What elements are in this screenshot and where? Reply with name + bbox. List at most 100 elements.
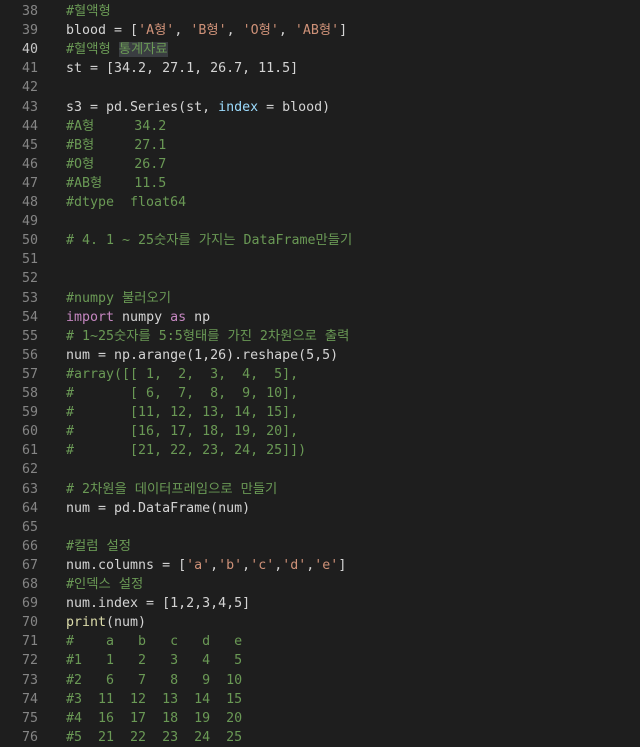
code-line[interactable]: 40 #혈액형 통계자료 [0,40,640,59]
code-token: print [66,615,107,631]
code-line[interactable]: 60 # [16, 17, 18, 19, 20], [0,422,640,441]
code-token: # 4. 1 ~ 25숫자를 가지는 DataFrame만들기 [66,233,353,249]
code-line[interactable]: 41 st = [34.2, 27.1, 26.7, 11.5] [0,59,640,78]
line-code[interactable]: blood = ['A형', 'B형', 'O형', 'AB형'] [66,21,347,40]
code-token: #혈액형 [66,4,111,19]
code-line[interactable]: 75 #4 16 17 18 19 20 [0,709,640,728]
code-line[interactable]: 67 num.columns = ['a','b','c','d','e'] [0,556,640,575]
code-editor[interactable]: 38 #혈액형 39 blood = ['A형', 'B형', 'O형', 'AB형'… [0,0,640,747]
code-line[interactable]: 63 # 2차원을 데이터프레임으로 만들기 [0,480,640,499]
line-code[interactable]: #O형 26.7 [66,155,166,174]
selection-highlight: 통계자료 [118,42,168,58]
line-number: 38 [21,4,38,19]
line-code[interactable]: import numpy as np [66,308,210,327]
code-line[interactable]: 44 #A형 34.2 [0,117,640,136]
line-number: 62 [21,462,38,478]
line-code[interactable]: # 2차원을 데이터프레임으로 만들기 [66,480,277,499]
line-code[interactable]: #컬럼 설정 [66,537,131,556]
code-token: #5 21 22 23 24 25 [66,729,243,745]
line-code[interactable]: num.columns = ['a','b','c','d','e'] [66,556,346,575]
code-line[interactable]: 76 #5 21 22 23 24 25 [0,728,640,747]
code-line[interactable]: 49 [0,212,640,231]
code-line[interactable]: 56 num = np.arange(1,26).reshape(5,5) [0,346,640,365]
line-code[interactable]: #dtype float64 [66,193,186,212]
line-code[interactable]: #4 16 17 18 19 20 [66,709,242,728]
code-line[interactable]: 47 #AB형 11.5 [0,174,640,193]
code-line[interactable]: 71 # a b c d e [0,632,640,651]
line-number: 42 [21,80,38,96]
line-code[interactable]: #혈액형 통계자료 [66,40,168,59]
code-line[interactable]: 72 #1 1 2 3 4 5 [0,651,640,670]
code-line[interactable]: 53 #numpy 불러오기 [0,289,640,308]
line-number: 73 [21,672,38,688]
line-code[interactable]: # [16, 17, 18, 19, 20], [66,422,298,441]
line-code[interactable]: #5 21 22 23 24 25 [66,728,242,747]
line-number: 44 [21,118,38,134]
code-line[interactable]: 54 import numpy as np [0,308,640,327]
code-token: , [174,23,191,39]
line-code[interactable]: #AB형 11.5 [66,174,166,193]
code-line[interactable]: 43 s3 = pd.Series(st, index = blood) [0,98,640,117]
line-code[interactable]: # [ 6, 7, 8, 9, 10], [66,384,298,403]
code-line[interactable]: 50 # 4. 1 ~ 25숫자를 가지는 DataFrame만들기 [0,231,640,250]
code-line[interactable]: 61 # [21, 22, 23, 24, 25]]) [0,441,640,460]
code-line[interactable]: 73 #2 6 7 8 9 10 [0,671,640,690]
line-code[interactable]: #혈액형 [66,2,111,21]
line-number: 43 [21,99,38,115]
code-line[interactable]: 39 blood = ['A형', 'B형', 'O형', 'AB형'] [0,21,640,40]
line-number: 60 [21,424,38,440]
code-token: #컬럼 설정 [66,538,131,554]
line-number: 58 [21,386,38,401]
code-line[interactable]: 58 # [ 6, 7, 8, 9, 10], [0,384,640,403]
line-number: 63 [21,481,38,497]
line-code[interactable]: st = [34.2, 27.1, 26.7, 11.5] [66,59,298,78]
line-code[interactable]: # [21, 22, 23, 24, 25]]) [66,441,306,460]
code-token: # 2차원을 데이터프레임으로 만들기 [66,481,278,497]
line-code[interactable]: s3 = pd.Series(st, index = blood) [66,98,330,117]
line-code[interactable]: #numpy 불러오기 [66,289,171,308]
code-token: #2 6 7 8 9 10 [66,672,243,688]
line-number: 51 [21,252,38,268]
code-line[interactable]: 46 #O형 26.7 [0,155,640,174]
code-line[interactable]: 59 # [11, 12, 13, 14, 15], [0,403,640,422]
line-code[interactable]: #1 1 2 3 4 5 [66,651,242,670]
code-token: #numpy 불러오기 [66,290,171,306]
line-number: 52 [21,271,38,287]
code-line[interactable]: 69 num.index = [1,2,3,4,5] [0,594,640,613]
code-line[interactable]: 48 #dtype float64 [0,193,640,212]
line-code[interactable]: num = pd.DataFrame(num) [66,499,250,518]
line-code[interactable]: print(num) [66,613,146,632]
code-line[interactable]: 62 [0,460,640,479]
line-code[interactable]: # 1~25숫자를 5:5형태를 가진 2차원으로 출력 [66,327,349,346]
code-line[interactable]: 42 [0,78,640,97]
code-token: s3 = pd.Series(st, [66,99,219,115]
line-code[interactable]: #array([[ 1, 2, 3, 4, 5], [66,365,298,384]
line-code[interactable]: # 4. 1 ~ 25숫자를 가지는 DataFrame만들기 [66,231,352,250]
code-token: ] [338,557,347,573]
line-code[interactable]: num.index = [1,2,3,4,5] [66,594,250,613]
code-token: #1 1 2 3 4 5 [66,653,243,669]
code-line[interactable]: 68 #인덱스 설정 [0,575,640,594]
line-code[interactable]: #3 11 12 13 14 15 [66,690,242,709]
line-code[interactable]: #2 6 7 8 9 10 [66,671,242,690]
code-line[interactable]: 51 [0,250,640,269]
line-code[interactable]: #A형 34.2 [66,117,166,136]
code-line[interactable]: 55 # 1~25숫자를 5:5형태를 가진 2차원으로 출력 [0,327,640,346]
code-line[interactable]: 70 print(num) [0,613,640,632]
code-line[interactable]: 52 [0,269,640,288]
code-line[interactable]: 57 #array([[ 1, 2, 3, 4, 5], [0,365,640,384]
line-number: 55 [21,328,38,344]
code-line[interactable]: 45 #B형 27.1 [0,136,640,155]
line-code[interactable]: # [11, 12, 13, 14, 15], [66,403,298,422]
code-line[interactable]: 66 #컬럼 설정 [0,537,640,556]
line-code[interactable]: num = np.arange(1,26).reshape(5,5) [66,346,338,365]
code-token: , [210,557,219,573]
code-line[interactable]: 64 num = pd.DataFrame(num) [0,499,640,518]
code-line[interactable]: 65 [0,518,640,537]
line-code[interactable]: #B형 27.1 [66,136,166,155]
code-line[interactable]: 38 #혈액형 [0,2,640,21]
line-code[interactable]: #인덱스 설정 [66,575,143,594]
line-code[interactable]: # a b c d e [66,632,242,651]
code-line[interactable]: 74 #3 11 12 13 14 15 [0,690,640,709]
code-token: #B형 27.1 [66,137,167,153]
